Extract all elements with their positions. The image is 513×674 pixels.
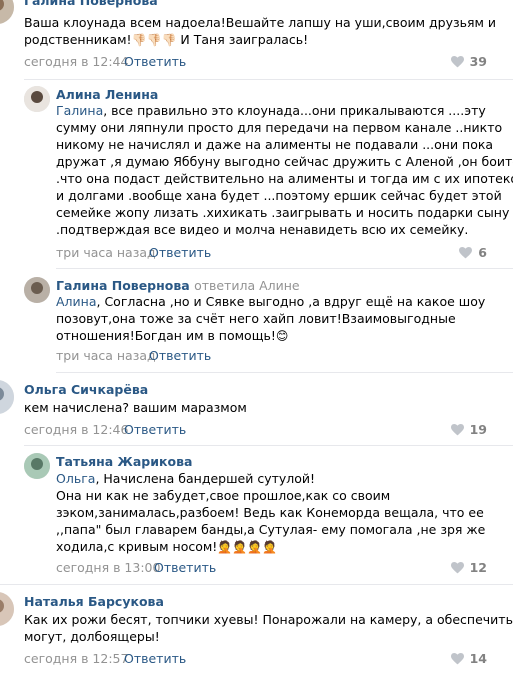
mention-link[interactable]: Алина bbox=[56, 294, 97, 309]
like-button[interactable]: 19 bbox=[450, 422, 487, 437]
avatar-image bbox=[0, 592, 14, 626]
comment-date[interactable]: три часа назад bbox=[56, 245, 156, 260]
comment-author[interactable]: Алина Ленина bbox=[56, 87, 158, 102]
like-count: 19 bbox=[469, 422, 487, 437]
facepalm-emoji: 🤦 bbox=[217, 540, 233, 554]
facepalm-emoji: 🤦 bbox=[262, 540, 278, 554]
comment-text: Как их рожи бесят, топчики хуевы! Понаро… bbox=[24, 612, 513, 644]
heart-icon bbox=[450, 423, 464, 435]
like-count: 39 bbox=[469, 54, 487, 69]
thumbs-down-emoji: 👎🏻 bbox=[131, 33, 147, 47]
like-count: 6 bbox=[478, 245, 487, 260]
heart-icon bbox=[450, 652, 464, 664]
smile-emoji: 😊 bbox=[275, 329, 289, 343]
reply-button[interactable]: Ответить bbox=[149, 348, 211, 363]
facepalm-emoji: 🤦 bbox=[232, 540, 248, 554]
divider bbox=[0, 584, 513, 585]
mention-link[interactable]: Ольга bbox=[56, 471, 95, 486]
divider bbox=[24, 445, 513, 446]
reply-button[interactable]: Ответить bbox=[124, 422, 186, 437]
comment-author[interactable]: Галина Повернова bbox=[24, 0, 158, 8]
comment-text: Ваша клоунада всем надоела!Вешайте лапшу… bbox=[24, 15, 497, 47]
like-count: 12 bbox=[469, 560, 487, 575]
comment-date[interactable]: сегодня в 13:00 bbox=[56, 560, 160, 575]
reply-button[interactable]: Ответить bbox=[124, 54, 186, 69]
comment-text: Галина, все правильно это клоунада...они… bbox=[56, 103, 513, 237]
like-button[interactable]: 6 bbox=[459, 245, 487, 260]
heart-icon bbox=[450, 561, 464, 573]
like-count: 14 bbox=[469, 651, 487, 666]
mention-link[interactable]: Галина bbox=[56, 103, 103, 118]
thumbs-down-emoji: 👎🏻 bbox=[161, 33, 177, 47]
avatar-image bbox=[24, 453, 50, 479]
reply-button[interactable]: Ответить bbox=[149, 245, 211, 260]
facepalm-emoji: 🤦 bbox=[247, 540, 263, 554]
like-button[interactable]: 12 bbox=[450, 560, 487, 575]
comment-author[interactable]: Галина Повернова ответила Алине bbox=[56, 278, 300, 293]
avatar[interactable] bbox=[0, 592, 14, 626]
comment-text: Алина, Согласна ,но и Сявке выгодно ,а в… bbox=[56, 294, 486, 343]
divider bbox=[56, 268, 513, 269]
thumbs-down-emoji: 👎🏻 bbox=[146, 33, 162, 47]
comment-author[interactable]: Наталья Барсукова bbox=[24, 594, 164, 609]
replied-to-link[interactable]: Алине bbox=[259, 278, 300, 293]
avatar-image bbox=[24, 86, 50, 112]
comment-date[interactable]: сегодня в 12:57 bbox=[24, 651, 128, 666]
heart-icon bbox=[459, 246, 473, 258]
avatar[interactable] bbox=[24, 86, 50, 112]
like-button[interactable]: 14 bbox=[450, 651, 487, 666]
avatar[interactable] bbox=[24, 277, 50, 303]
comment-text: Ольга, Начислена бандершей сутулой! Она … bbox=[56, 471, 486, 554]
divider bbox=[24, 79, 513, 80]
comment-date[interactable]: три часа назад bbox=[56, 348, 156, 363]
reply-button[interactable]: Ответить bbox=[154, 560, 216, 575]
avatar[interactable] bbox=[0, 0, 14, 24]
avatar[interactable] bbox=[24, 453, 50, 479]
comment-text: кем начислена? вашим маразмом bbox=[24, 400, 247, 415]
comment-date[interactable]: сегодня в 12:46 bbox=[24, 422, 128, 437]
reply-button[interactable]: Ответить bbox=[124, 651, 186, 666]
avatar-image bbox=[24, 277, 50, 303]
comment-date[interactable]: сегодня в 12:44 bbox=[24, 54, 128, 69]
avatar[interactable] bbox=[0, 380, 14, 414]
avatar-image bbox=[0, 380, 14, 414]
like-button[interactable]: 39 bbox=[450, 54, 487, 69]
comment-author[interactable]: Ольга Сичкарёва bbox=[24, 382, 148, 397]
heart-icon bbox=[450, 55, 464, 67]
divider bbox=[56, 372, 513, 373]
comment-author[interactable]: Татьяна Жарикова bbox=[56, 454, 192, 469]
avatar-image bbox=[0, 0, 14, 24]
replied-to: ответила Алине bbox=[194, 278, 300, 293]
